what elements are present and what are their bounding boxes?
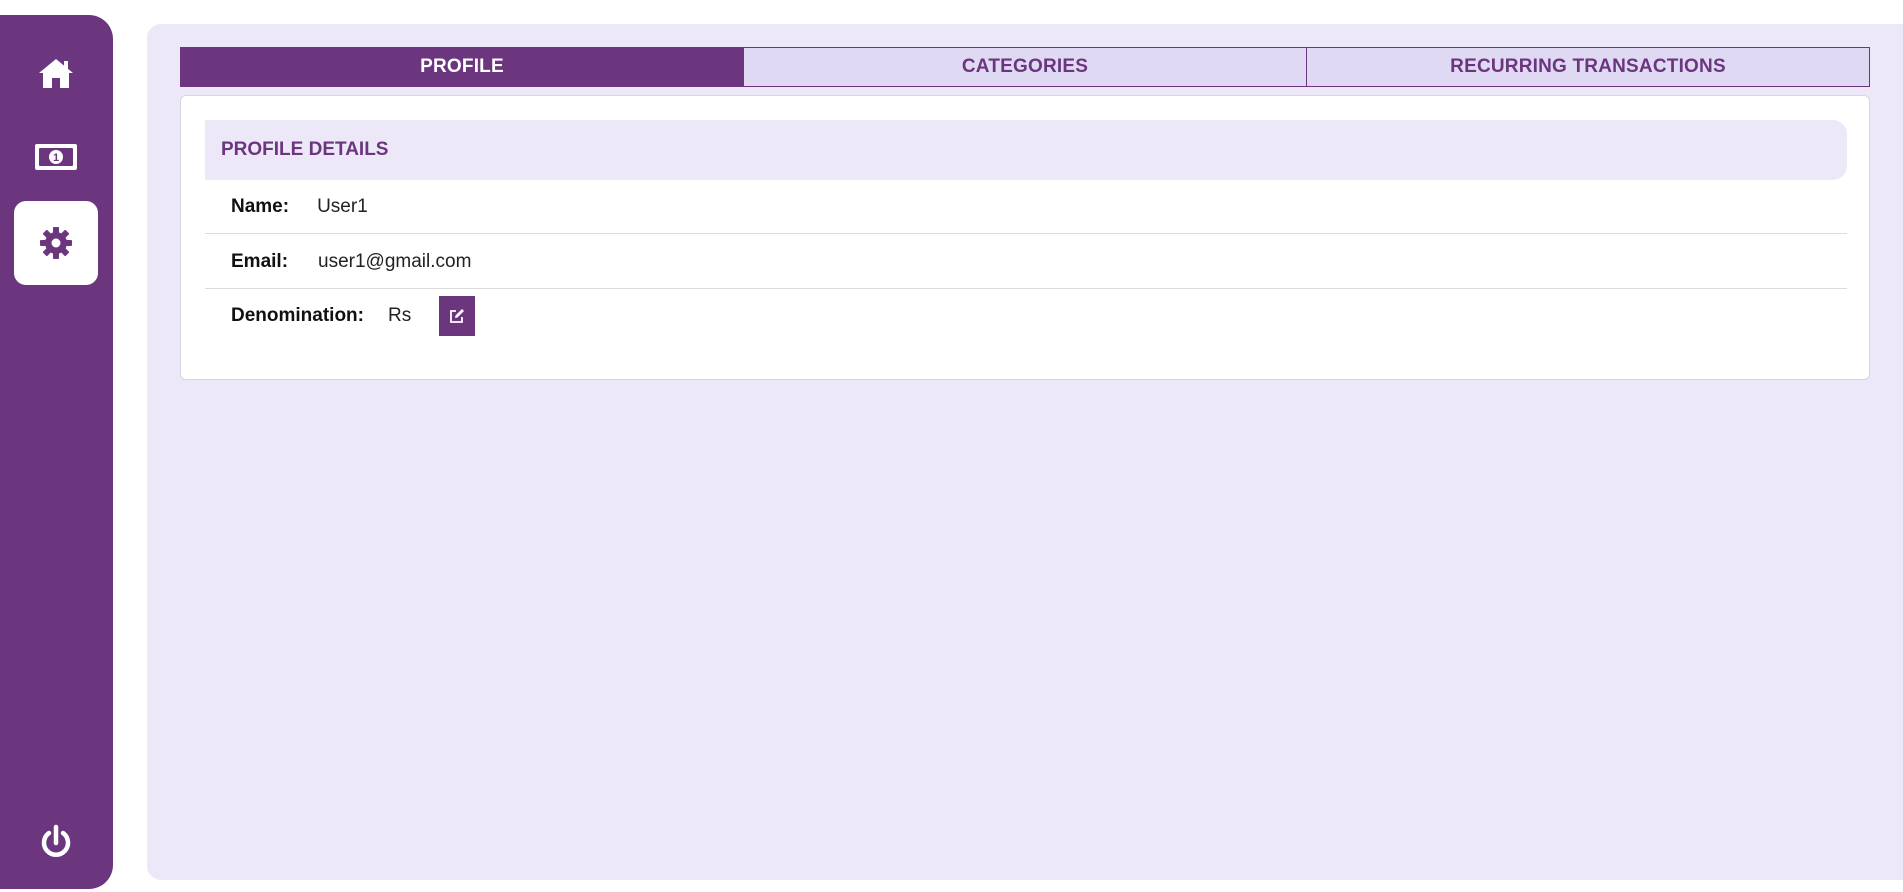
tab-categories[interactable]: CATEGORIES: [744, 47, 1307, 87]
email-label: Email:: [231, 250, 289, 272]
nav-home-button[interactable]: [14, 31, 98, 115]
denomination-row: Denomination: Rs: [205, 289, 1847, 343]
denomination-value: Rs: [388, 305, 412, 326]
power-icon: [41, 824, 71, 857]
logout-button[interactable]: [14, 801, 98, 885]
home-icon: [39, 59, 73, 88]
email-row: Email: user1@gmail.com: [205, 235, 1847, 289]
gear-icon: [40, 227, 72, 259]
money-bill-icon: 1: [35, 144, 77, 170]
email-value: user1@gmail.com: [318, 250, 472, 272]
profile-details-header: PROFILE DETAILS: [205, 120, 1847, 180]
edit-denomination-button[interactable]: [439, 296, 476, 336]
settings-tabs: PROFILE CATEGORIES RECURRING TRANSACTION…: [180, 47, 1870, 87]
name-row: Name: User1: [205, 180, 1847, 234]
profile-details-title: PROFILE DETAILS: [221, 139, 389, 160]
nav-transactions-button[interactable]: 1: [14, 115, 98, 199]
denomination-label: Denomination:: [231, 305, 364, 326]
sidebar: 1: [0, 15, 113, 889]
nav-settings-button[interactable]: [14, 201, 98, 285]
tab-profile[interactable]: PROFILE: [180, 47, 744, 87]
name-value: User1: [317, 195, 368, 217]
tab-recurring-transactions[interactable]: RECURRING TRANSACTIONS: [1307, 47, 1870, 87]
profile-card: PROFILE DETAILS Name: User1 Email: user1…: [180, 95, 1870, 380]
svg-text:1: 1: [53, 152, 59, 164]
name-label: Name:: [231, 195, 290, 217]
edit-icon: [450, 309, 465, 323]
